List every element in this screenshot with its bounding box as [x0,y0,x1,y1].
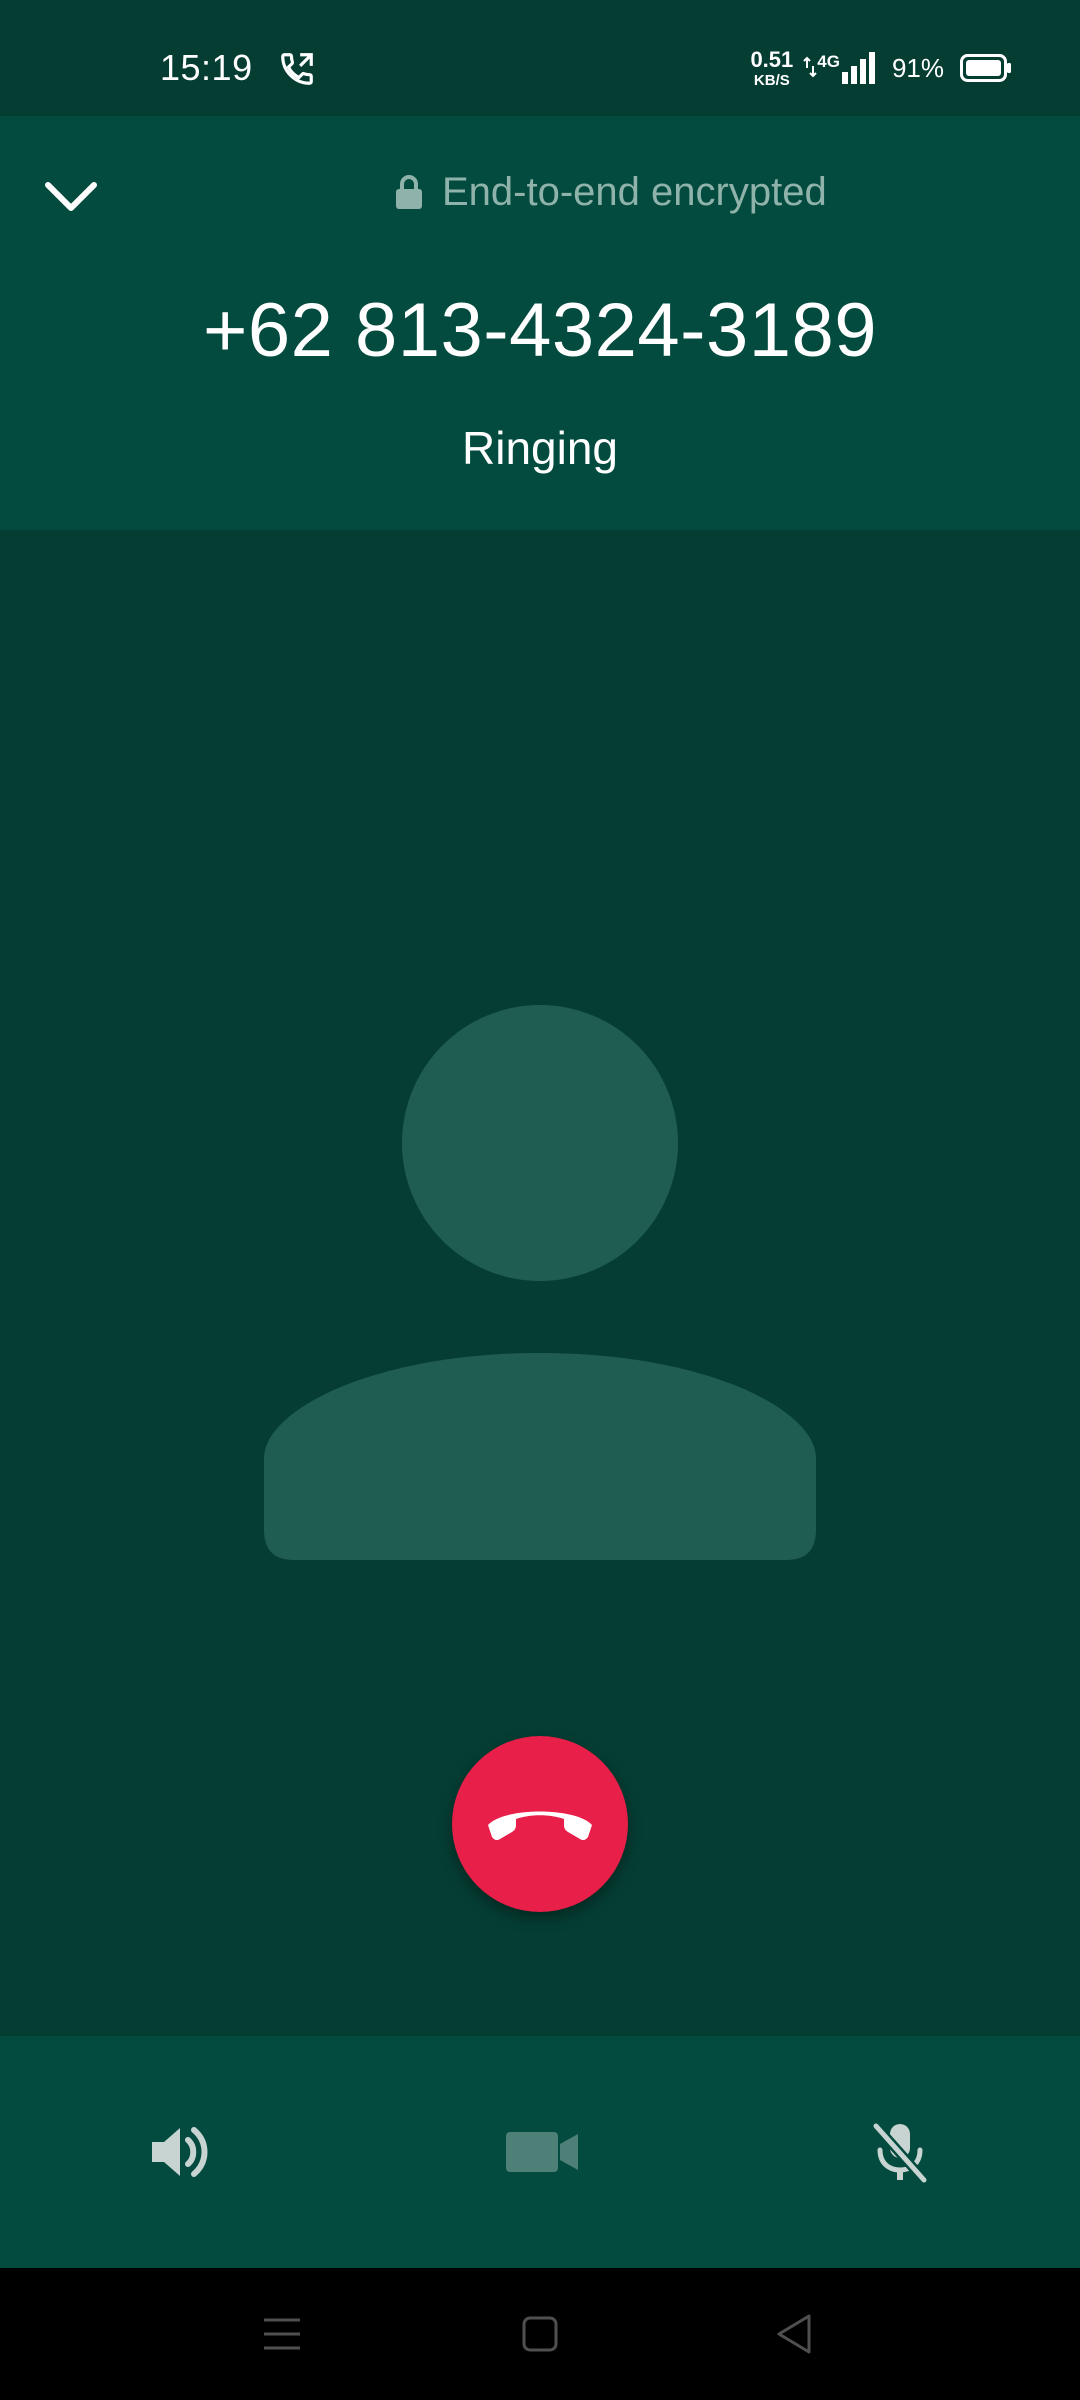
call-controls [0,2036,1080,2268]
call-status: Ringing [462,422,618,474]
network-speed-unit: KB/S [753,71,790,89]
chevron-down-icon [45,182,97,211]
wifi-call-icon [281,53,313,85]
lock-icon [396,175,422,209]
call-header: End-to-end encrypted +62 813-4324-3189 R… [0,116,1080,530]
end-call-button[interactable] [452,1736,628,1912]
status-indicators: 0.51 KB/S 4G 91% [750,46,1012,90]
encryption-notice: End-to-end encrypted [394,164,827,220]
encryption-text: End-to-end encrypted [442,170,827,214]
video-camera-icon [506,2132,578,2172]
signal-bars-icon [841,52,875,84]
caller-number: +62 813-4324-3189 [202,288,878,373]
data-arrows-icon [803,56,817,78]
status-time: 15:19 [160,47,253,88]
collapse-button[interactable] [36,162,106,232]
back-button[interactable] [764,2306,824,2362]
video-button[interactable] [502,2112,582,2192]
default-person-avatar [264,1005,816,1560]
signal-indicator: 4G [803,52,876,84]
speaker-button[interactable] [140,2112,220,2192]
home-button[interactable] [510,2306,570,2362]
status-bar: 15:19 0.51 KB/S 4G 91% [0,0,1080,116]
speaker-icon [152,2127,208,2177]
call-screen: 15:19 0.51 KB/S 4G 91% End-to-end encryp… [0,0,1080,2400]
network-speed: 0.51 KB/S [750,46,794,89]
network-speed-value: 0.51 [750,46,794,72]
battery-percent: 91% [891,52,944,83]
menu-icon [264,2318,300,2350]
back-icon [777,2314,811,2354]
mute-button[interactable] [860,2112,940,2192]
system-nav-bar [0,2268,1080,2400]
network-type: 4G [817,52,840,71]
battery-icon [960,54,1011,82]
recents-button[interactable] [252,2306,312,2362]
home-icon [522,2316,558,2352]
phone-hangup-icon [488,1811,592,1841]
microphone-off-icon [871,2121,929,2184]
